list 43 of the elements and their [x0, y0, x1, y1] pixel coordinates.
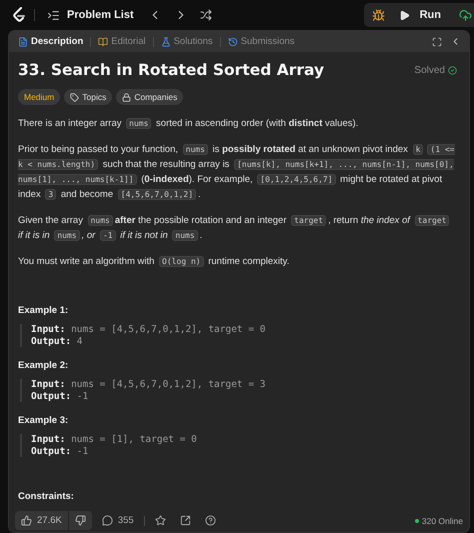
shuffle-icon[interactable]: [198, 7, 214, 23]
tab[interactable]: Submissions: [224, 36, 298, 47]
logo-icon[interactable]: [12, 7, 26, 23]
description-paragraph: Prior to being passed to your function, nums is possibly rotated at an unknown pivot index k (1 <= k < nums.length) such that the resulting array is [nums[k], nums[k+1], ..., nums[n-1], nums[0], nums[1], ..., nums[k-1]] (0-indexed). For example, [0,1,2,4,5,6,7] might be rotated at pivot index 3 and become [4,5,6,7,0,1,2] .: [18, 143, 456, 202]
difficulty-badge[interactable]: Medium: [18, 89, 60, 105]
bug-icon[interactable]: [370, 6, 387, 24]
tab[interactable]: Solutions: [158, 36, 216, 47]
thumbs-down-icon: [74, 515, 86, 526]
example-input-text: Input: nums = [1], target = 0: [31, 434, 198, 445]
example-title: Example 1:: [18, 305, 70, 316]
example-output-text: Output: -1: [31, 391, 90, 402]
book-icon: [98, 36, 108, 46]
dislike-button[interactable]: [68, 511, 92, 530]
example-title: Example 2:: [18, 360, 70, 371]
flask-icon: [160, 36, 171, 46]
thumbs-up-icon: [21, 515, 32, 526]
description-paragraph: Given the array nums after the possible rotation and an integer target , return the index of target if it is in nums , or -1 if it is not in nums .: [18, 213, 457, 243]
comments-button[interactable]: 355: [98, 515, 138, 526]
comment-icon: [102, 515, 113, 526]
description-paragraph: There is an integer array nums sorted in ascending order (with distinct values).: [18, 117, 360, 131]
tag-chip[interactable]: Topics: [64, 89, 112, 105]
example-title: Example 3:: [18, 415, 70, 426]
example-input-text: Input: nums = [4,5,6,7,0,1,2], target = 0: [31, 324, 267, 335]
tab[interactable]: Editorial: [95, 36, 149, 47]
tag-icon: [70, 92, 80, 102]
lock-icon: [122, 92, 132, 102]
problem-title: 33. Search in Rotated Sorted Array: [18, 61, 324, 79]
online-count: 320 Online: [414, 516, 463, 526]
document-icon: [18, 36, 28, 46]
like-button[interactable]: 27.6K: [15, 511, 68, 530]
description-paragraph: You must write an algorithm with O(log n) runtime complexity.: [18, 255, 290, 269]
list-icon: [47, 8, 60, 22]
problem-list-button[interactable]: Problem List: [43, 6, 138, 24]
tab[interactable]: Description: [15, 36, 86, 47]
check-circle-icon: [448, 66, 457, 74]
constraints-title: Constraints:: [18, 491, 75, 502]
example-input-text: Input: nums = [4,5,6,7,0,1,2], target = 3: [31, 379, 267, 390]
tag-chip[interactable]: Companies: [116, 89, 184, 105]
solved-status: Solved: [414, 64, 457, 76]
play-icon: [398, 10, 410, 20]
example-output-text: Output: -1: [31, 446, 90, 457]
history-icon: [228, 36, 238, 46]
example-output-text: Output: 4: [31, 336, 84, 347]
